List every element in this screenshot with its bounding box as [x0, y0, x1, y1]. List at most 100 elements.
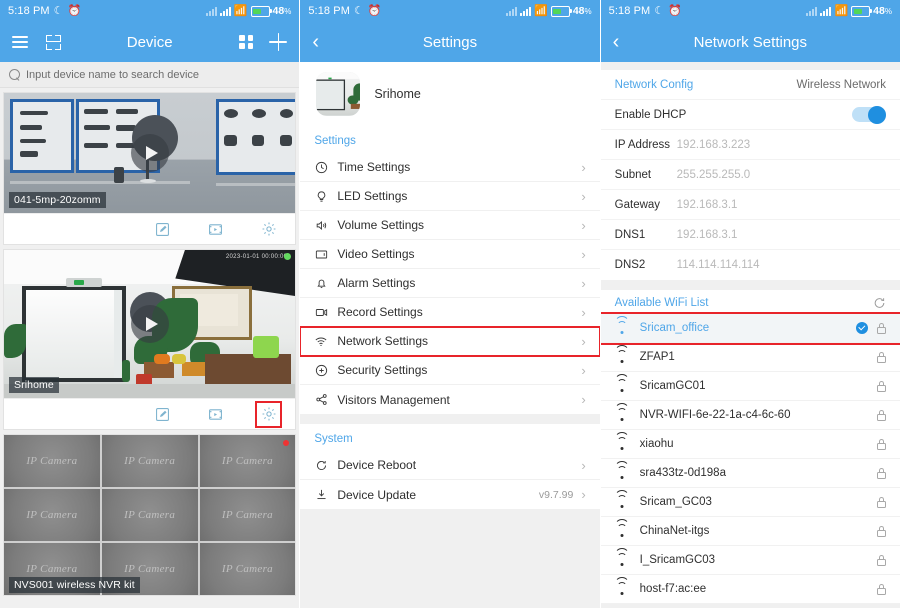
sidebar-item-security-settings[interactable]: Security Settings ›	[300, 356, 600, 385]
device-card-3[interactable]: IP Camera IP Camera IP Camera IP Camera …	[3, 434, 297, 596]
subnet-value: 255.255.255.0	[676, 168, 751, 181]
search-input[interactable]: Input device name to search device	[26, 69, 199, 81]
wifi-item-selected[interactable]: Sricam_office	[600, 312, 900, 345]
sidebar-item-device-update[interactable]: Device Update v9.7.99 ›	[300, 480, 599, 509]
play-button-icon[interactable]	[130, 305, 169, 343]
sidebar-item-alarm-settings[interactable]: Alarm Settings ›	[300, 269, 600, 298]
wifi-signal-icon	[614, 489, 630, 508]
status-bar-right: 📶 48%	[205, 4, 291, 17]
edit-icon[interactable]	[154, 406, 171, 423]
hamburger-menu-icon[interactable]	[12, 36, 28, 48]
refresh-icon[interactable]	[873, 296, 886, 309]
chevron-right-icon: ›	[581, 275, 586, 291]
menu-label: Network Settings	[337, 334, 429, 348]
plus-add-icon[interactable]	[269, 33, 288, 51]
status-bar-settings: 5:18 PM ☾ ⏰ 📶 48%	[300, 0, 600, 22]
device-card-2[interactable]: 2023-01-01 00:00:00 Srihome	[3, 249, 297, 430]
device-name-label-1: 041-5mp-20zomm	[9, 192, 106, 208]
section-header-system: System	[300, 424, 600, 451]
chevron-right-icon: ›	[581, 304, 586, 320]
wifi-item[interactable]: NVR-WIFI-6e-22-1a-c4-6c-60	[600, 401, 900, 430]
lock-icon	[876, 525, 886, 537]
edit-icon[interactable]	[154, 221, 171, 238]
lock-icon	[876, 583, 886, 595]
wifi-item[interactable]: I_SricamGC03	[600, 546, 900, 575]
device-profile-name: Srihome	[374, 87, 421, 101]
wifi-status-icon: 📶	[233, 4, 248, 17]
dns2-row: DNS2 114.114.114.114	[601, 250, 900, 280]
qr-scan-icon[interactable]	[46, 34, 61, 50]
wifi-item[interactable]: xiaohu	[600, 430, 900, 459]
connection-type-value: Wireless Network	[796, 78, 886, 91]
wifi-ssid: Sricam_office	[639, 322, 710, 334]
dns1-value: 192.168.3.1	[676, 228, 738, 241]
camcorder-icon	[314, 305, 328, 319]
alarm-clock-icon: ⏰	[367, 4, 382, 17]
wifi-ssid: I_SricamGC03	[639, 554, 716, 566]
wifi-ssid: host-f7:ac:ee	[639, 583, 707, 595]
status-bar-right: 📶 48%	[506, 5, 592, 17]
camera-preview-1[interactable]: 041-5mp-20zomm	[4, 93, 296, 213]
wifi-signal-icon	[614, 576, 630, 595]
wifi-item[interactable]: Sricam_GC03	[600, 488, 900, 517]
wifi-ssid: xiaohu	[639, 438, 674, 450]
camera-preview-2[interactable]: 2023-01-01 00:00:00 Srihome	[4, 250, 296, 398]
crescent-moon-icon: ☾	[354, 4, 364, 17]
dhcp-row[interactable]: Enable DHCP	[600, 100, 900, 130]
lock-icon	[876, 380, 886, 392]
wifi-signal-icon	[614, 518, 630, 537]
battery-percent: 48%	[572, 5, 592, 17]
dns1-label: DNS1	[614, 228, 646, 241]
sidebar-item-record-settings[interactable]: Record Settings ›	[300, 298, 600, 327]
status-bar-network: 5:18 PM ☾ ⏰ 📶 48%	[600, 0, 900, 22]
status-time: 5:18 PM	[8, 5, 50, 17]
sidebar-item-volume-settings[interactable]: Volume Settings ›	[300, 211, 600, 240]
settings-gear-icon[interactable]	[260, 221, 277, 238]
sidebar-item-video-settings[interactable]: Video Settings ›	[300, 240, 600, 269]
sidebar-item-led-settings[interactable]: LED Settings ›	[300, 182, 600, 211]
nvr-channel: IP Camera	[199, 489, 296, 541]
wifi-item[interactable]: ChinaNet-itgs	[600, 517, 900, 546]
sidebar-item-visitors-management[interactable]: Visitors Management ›	[300, 385, 599, 414]
search-bar[interactable]: Input device name to search device	[0, 62, 300, 88]
wifi-item[interactable]: host-f7:ac:ee	[600, 575, 900, 604]
lightbulb-icon	[314, 189, 328, 203]
nvr-channel: IP Camera	[101, 435, 198, 487]
menu-label: Visitors Management	[337, 392, 450, 407]
menu-label: Time Settings	[337, 160, 411, 174]
wifi-ssid: ZFAP1	[639, 351, 675, 363]
chevron-right-icon: ›	[581, 188, 586, 204]
settings-gear-icon-highlighted[interactable]	[255, 400, 283, 428]
sidebar-item-device-reboot[interactable]: Device Reboot ›	[300, 451, 600, 480]
playback-icon[interactable]	[207, 406, 224, 423]
device-profile[interactable]: Srihome	[300, 62, 600, 126]
signal-bars-1-icon	[806, 6, 818, 16]
signal-bars-2-icon	[219, 6, 231, 16]
wifi-ssid: ChinaNet-itgs	[639, 525, 710, 537]
speaker-icon	[314, 218, 328, 232]
dhcp-toggle[interactable]	[851, 105, 886, 124]
wifi-item[interactable]: SricamGC01	[600, 372, 900, 401]
wifi-item[interactable]: ZFAP1	[600, 343, 900, 372]
play-button-icon[interactable]	[130, 134, 169, 172]
network-appbar: ‹ Network Settings	[600, 22, 900, 62]
section-divider	[300, 414, 600, 424]
battery-icon	[851, 5, 873, 17]
wifi-ssid: SricamGC01	[639, 380, 706, 392]
device-card-1[interactable]: 041-5mp-20zomm	[3, 92, 297, 245]
system-list: Device Reboot › Device Update v9.7.99 ›	[300, 451, 600, 509]
sidebar-item-time-settings[interactable]: Time Settings ›	[300, 153, 600, 182]
nvr-preview[interactable]: IP Camera IP Camera IP Camera IP Camera …	[4, 435, 296, 595]
nvr-channel: IP Camera	[4, 489, 100, 541]
playback-icon[interactable]	[207, 221, 224, 238]
clock-icon	[314, 160, 328, 174]
check-circle-icon	[855, 322, 868, 334]
menu-label: Record Settings	[337, 305, 423, 319]
chevron-left-icon[interactable]: ‹	[613, 32, 620, 52]
wifi-item[interactable]: sra433tz-0d198a	[600, 459, 900, 488]
sidebar-item-network-settings[interactable]: Network Settings ›	[300, 326, 600, 357]
chevron-right-icon: ›	[581, 362, 586, 378]
nvr-channel-grid: IP Camera IP Camera IP Camera IP Camera …	[4, 435, 296, 595]
grid-view-icon[interactable]	[239, 35, 254, 49]
chevron-left-icon[interactable]: ‹	[312, 32, 319, 52]
